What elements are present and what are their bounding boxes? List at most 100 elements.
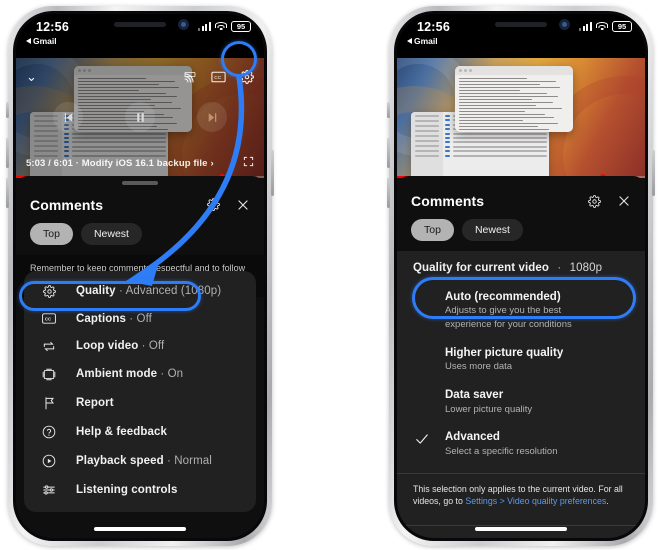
status-indicators: 95 [197, 21, 251, 32]
settings-link[interactable]: Settings [465, 496, 497, 506]
menu-value-playback-speed: Normal [174, 454, 212, 467]
help-circle-icon [40, 425, 58, 439]
comments-header: Comments [397, 181, 645, 215]
menu-item-help-feedback[interactable]: Help & feedback [24, 417, 256, 446]
menu-item-playback-speed[interactable]: Playback speed · Normal [24, 446, 256, 475]
home-indicator[interactable] [94, 527, 186, 531]
player-options-menu: Quality · Advanced (1080p) CC Captions ·… [24, 271, 256, 512]
gear-icon[interactable] [588, 194, 601, 208]
dynamic-island [81, 14, 199, 41]
home-indicator[interactable] [475, 527, 567, 531]
menu-item-listening-controls[interactable]: Listening controls [24, 475, 256, 504]
wifi-icon [215, 22, 227, 31]
loop-icon [40, 340, 58, 353]
menu-item-loop-video[interactable]: Loop video · Off [24, 332, 256, 360]
gear-icon[interactable] [207, 198, 220, 211]
dynamic-island-pill [114, 22, 166, 27]
quality-option-advanced[interactable]: Advanced Select a specific resolution [397, 423, 645, 465]
video-player[interactable]: ⌄ CC 5:03 / 6:01 · Modify iOS 16.1 backu… [16, 58, 264, 178]
quality-option-subtitle-2: experience for your conditions [445, 319, 572, 331]
chip-top[interactable]: Top [411, 219, 454, 241]
close-icon [413, 536, 431, 538]
quality-option-title: Data saver [445, 389, 504, 402]
checkmark-icon [413, 430, 431, 445]
comment-sort-chips: Top Newest [16, 219, 264, 255]
gear-icon [40, 284, 58, 298]
dynamic-island-pill [495, 22, 547, 27]
dynamic-island [462, 14, 580, 41]
check-placeholder [413, 346, 431, 349]
back-app-label: Gmail [33, 36, 57, 46]
video-player[interactable] [397, 58, 645, 178]
svg-text:CC: CC [214, 75, 221, 81]
fullscreen-icon[interactable] [243, 154, 254, 172]
screenshot-canvas: 12:56 Gmail 95 ⌄ CC 5:03 / 6:01 · Modify… [0, 0, 659, 550]
close-icon[interactable] [236, 198, 250, 212]
quality-option-title: Higher picture quality [445, 347, 564, 359]
menu-item-ambient-mode[interactable]: Ambient mode · On [24, 360, 256, 388]
comments-sheet: Comments Top Newest Quality for current … [397, 176, 645, 538]
face-id-sensor-icon [559, 19, 570, 30]
close-icon[interactable] [617, 194, 631, 208]
menu-label-playback-speed: Playback speed [76, 454, 164, 467]
menu-item-captions[interactable]: CC Captions · Off [24, 305, 256, 332]
chip-newest[interactable]: Newest [461, 219, 523, 241]
menu-label-report: Report [76, 396, 114, 409]
flag-icon [40, 396, 58, 410]
video-quality-preferences-link[interactable]: Video quality preferences [507, 496, 606, 506]
volume-down-button[interactable] [387, 178, 390, 208]
chip-newest[interactable]: Newest [80, 222, 142, 245]
phone-bezel: 12:56 Gmail 95 [394, 11, 648, 541]
comment-sort-chips: Top Newest [397, 215, 645, 251]
power-button[interactable] [271, 150, 274, 196]
menu-item-quality[interactable]: Quality · Advanced (1080p) [24, 277, 256, 305]
quality-option-subtitle: Adjusts to give you the best [445, 305, 562, 317]
back-to-app[interactable]: Gmail [26, 36, 57, 46]
mute-switch[interactable] [387, 102, 390, 118]
quality-panel: Quality for current video · 1080p Auto (… [397, 251, 645, 538]
cast-icon[interactable] [183, 71, 197, 83]
quality-option-higher-picture-quality[interactable]: Higher picture quality Uses more data [397, 339, 645, 381]
status-bar: 12:56 Gmail 95 [16, 14, 264, 58]
svg-text:CC: CC [45, 317, 52, 322]
status-time: 12:56 [417, 20, 450, 34]
chevron-right-icon[interactable]: › [211, 158, 214, 169]
next-icon[interactable] [197, 102, 227, 132]
settings-gear-icon[interactable] [240, 70, 254, 84]
quality-option-data-saver[interactable]: Data saver Lower picture quality [397, 381, 645, 423]
menu-item-report[interactable]: Report [24, 388, 256, 417]
pause-icon[interactable] [125, 102, 155, 132]
menu-label-ambient: Ambient mode [76, 368, 158, 380]
cellular-signal-icon [197, 22, 211, 31]
comments-header: Comments [16, 185, 264, 219]
power-button[interactable] [652, 150, 655, 196]
check-placeholder [413, 290, 431, 293]
quality-option-title: Advanced [445, 431, 500, 444]
back-to-app[interactable]: Gmail [407, 36, 438, 46]
thumbnail-editor-window [455, 66, 573, 132]
mute-switch[interactable] [6, 102, 9, 118]
volume-down-button[interactable] [6, 178, 9, 208]
battery-level: 95 [617, 21, 627, 31]
captions-icon[interactable]: CC [211, 71, 226, 83]
volume-up-button[interactable] [6, 138, 9, 168]
sliders-icon [40, 483, 58, 497]
quality-option-subtitle: Uses more data [445, 361, 513, 373]
volume-up-button[interactable] [387, 138, 390, 168]
menu-label-quality: Quality [76, 285, 116, 297]
player-center-controls [16, 102, 264, 132]
quality-option-auto[interactable]: Auto (recommended) Adjusts to give you t… [397, 283, 645, 339]
status-time: 12:56 [36, 20, 69, 34]
player-time-title: 5:03 / 6:01 · Modify iOS 16.1 backup fil… [26, 157, 208, 169]
quality-note: This selection only applies to the curre… [397, 474, 645, 519]
player-bottom-bar: 5:03 / 6:01 · Modify iOS 16.1 backup fil… [26, 154, 254, 172]
previous-icon[interactable] [53, 102, 83, 132]
phone-right: 12:56 Gmail 95 Comments Top Newest Quali… [387, 6, 655, 546]
menu-label-help: Help & feedback [76, 425, 167, 438]
quality-panel-header: Quality for current video · 1080p [397, 251, 645, 283]
phone-screen-left: 12:56 Gmail 95 ⌄ CC 5:03 / 6:01 · Modify… [16, 14, 264, 538]
chevron-down-icon[interactable]: ⌄ [26, 69, 37, 85]
quality-header-label: Quality for current video [413, 262, 550, 274]
chip-top[interactable]: Top [30, 222, 73, 245]
comments-title: Comments [411, 193, 485, 209]
